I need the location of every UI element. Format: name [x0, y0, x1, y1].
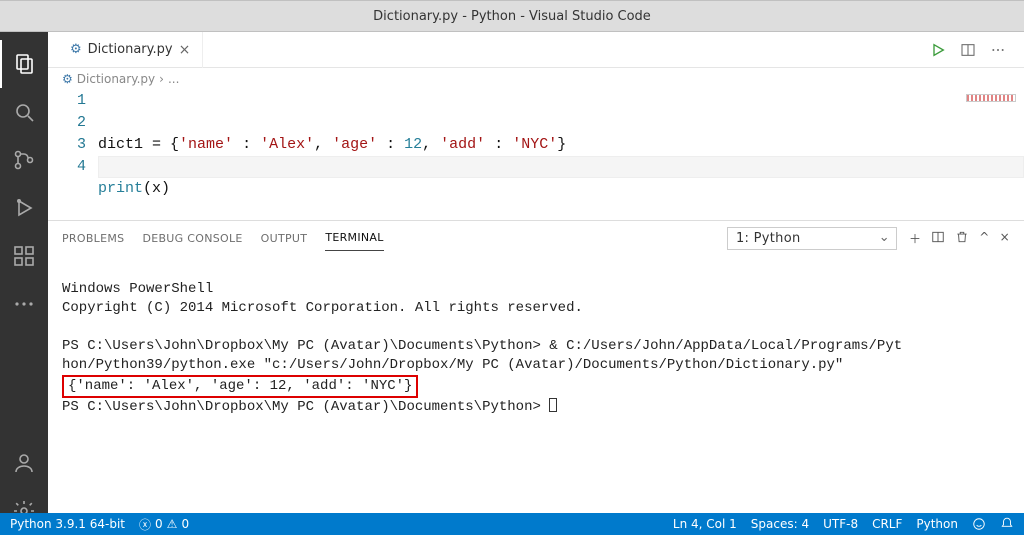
status-bar: Python 3.9.1 64-bit ⓧ0 ⚠0 Ln 4, Col 1 Sp… [0, 513, 1024, 535]
split-terminal-icon[interactable] [931, 230, 945, 247]
activity-bar [0, 32, 48, 535]
run-icon[interactable] [930, 42, 946, 58]
notifications-icon[interactable] [1000, 517, 1014, 531]
new-terminal-icon[interactable]: ＋ [909, 230, 921, 247]
tab-dictionary[interactable]: ⚙ Dictionary.py × [58, 32, 203, 68]
status-errors[interactable]: ⓧ0 ⚠0 [139, 516, 189, 533]
editor-tabs: ⚙ Dictionary.py × [48, 32, 1024, 68]
python-file-icon: ⚙ [62, 72, 73, 86]
tab-debug-console[interactable]: DEBUG CONSOLE [142, 226, 242, 251]
split-editor-icon[interactable] [960, 42, 976, 58]
code-editor[interactable]: 1 2 3 4 dict1 = {'name' : 'Alex', 'age' … [48, 90, 1024, 222]
breadcrumb-rest: ... [168, 72, 179, 86]
python-file-icon: ⚙ [70, 42, 82, 57]
highlighted-output: {'name': 'Alex', 'age': 12, 'add': 'NYC'… [62, 375, 418, 398]
more-icon[interactable] [0, 280, 48, 328]
search-icon[interactable] [0, 88, 48, 136]
more-actions-icon[interactable] [990, 42, 1006, 58]
bottom-panel: PROBLEMS DEBUG CONSOLE OUTPUT TERMINAL 1… [48, 220, 1024, 535]
tab-output[interactable]: OUTPUT [261, 226, 308, 251]
status-spaces[interactable]: Spaces: 4 [751, 517, 809, 531]
explorer-icon[interactable] [0, 40, 48, 88]
breadcrumb-sep: › [159, 72, 164, 86]
breadcrumb[interactable]: ⚙ Dictionary.py › ... [48, 68, 1024, 90]
tab-label: Dictionary.py [88, 42, 173, 57]
title-bar: Dictionary.py - Python - Visual Studio C… [0, 0, 1024, 32]
maximize-panel-icon[interactable]: ^ [979, 230, 989, 247]
terminal-cursor [549, 398, 557, 412]
close-tab-icon[interactable]: × [179, 42, 191, 58]
warning-icon: ⚠ [167, 517, 178, 531]
feedback-icon[interactable] [972, 517, 986, 531]
breadcrumb-file: Dictionary.py [77, 72, 155, 86]
accounts-icon[interactable] [0, 439, 48, 487]
status-python-version[interactable]: Python 3.9.1 64-bit [10, 517, 125, 531]
run-debug-icon[interactable] [0, 184, 48, 232]
status-ln-col[interactable]: Ln 4, Col 1 [673, 517, 737, 531]
terminal-selector[interactable]: 1: Python [727, 227, 897, 250]
status-encoding[interactable]: UTF-8 [823, 517, 858, 531]
code-content[interactable]: dict1 = {'name' : 'Alex', 'age' : 12, 'a… [98, 90, 1024, 222]
status-eol[interactable]: CRLF [872, 517, 902, 531]
terminal-output[interactable]: Windows PowerShell Copyright (C) 2014 Mi… [48, 255, 1024, 535]
tab-problems[interactable]: PROBLEMS [62, 226, 124, 251]
tab-terminal[interactable]: TERMINAL [325, 225, 383, 251]
source-control-icon[interactable] [0, 136, 48, 184]
title-text: Dictionary.py - Python - Visual Studio C… [373, 9, 651, 24]
close-panel-icon[interactable]: × [1000, 230, 1010, 247]
status-lang[interactable]: Python [916, 517, 958, 531]
extensions-icon[interactable] [0, 232, 48, 280]
line-numbers: 1 2 3 4 [64, 90, 98, 222]
error-icon: ⓧ [139, 516, 151, 533]
kill-terminal-icon[interactable] [955, 230, 969, 247]
